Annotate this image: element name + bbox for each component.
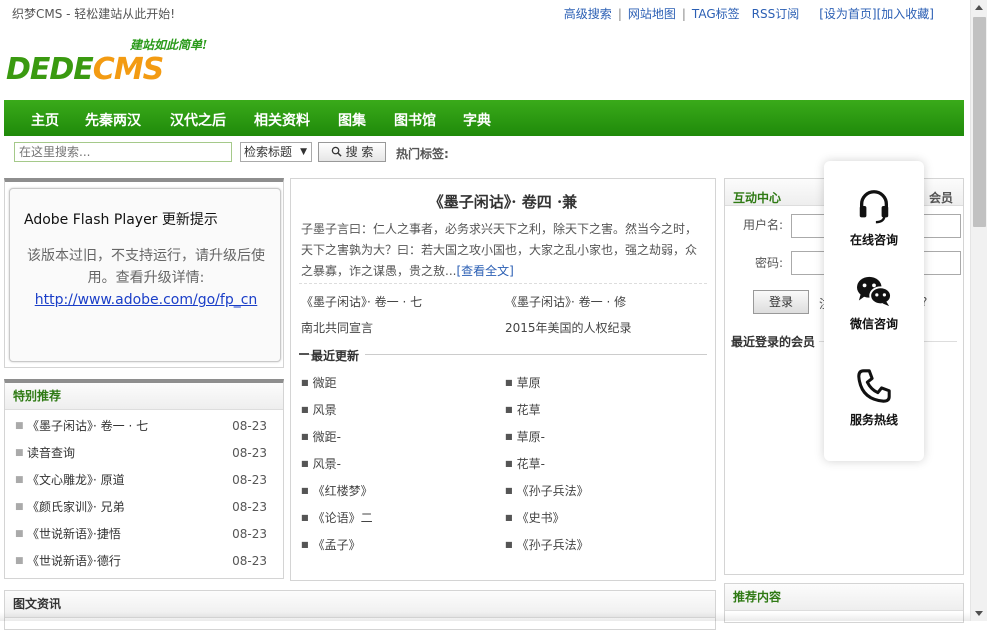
latest-item[interactable]: ■ 《论语》二 — [301, 509, 373, 526]
search-bar: 检索标题▼ 搜 索 热门标签: — [4, 138, 964, 168]
scroll-down-arrow-icon[interactable] — [975, 611, 983, 616]
special-recommend-panel: 特别推荐 ■ 《墨子闲诂》· 卷一 · 七 08-23 ■ 读音查询 08-23 ■ 《文… — [4, 379, 284, 579]
search-input[interactable] — [14, 142, 232, 162]
logo-slogan: 建站如此简单! — [130, 38, 208, 52]
link-gap: | — [743, 7, 748, 21]
latest-item[interactable]: ■ 《史书》 — [505, 509, 565, 526]
list-item[interactable]: ■ 《墨子闲诂》· 卷一 · 七 08-23 — [5, 413, 283, 440]
search-icon — [331, 146, 342, 157]
link-divider: | — [681, 7, 686, 21]
latest-item[interactable]: ■ 《孟子》 — [301, 536, 361, 553]
online-consult-button[interactable]: 在线咨询 — [824, 187, 924, 248]
flash-notice-title: Adobe Flash Player 更新提示 — [24, 212, 218, 228]
latest-updates-header: 最近更新 — [299, 347, 707, 364]
list-item[interactable]: ■ 《世说新语》·捷悟 08-23 — [5, 521, 283, 548]
add-favorite-link[interactable]: [加入收藏] — [877, 7, 934, 21]
chevron-down-icon: ▼ — [300, 147, 307, 157]
divider — [299, 283, 707, 284]
hot-tags-label: 热门标签: — [396, 147, 449, 161]
read-more-link[interactable]: [查看全文] — [456, 264, 513, 278]
latest-item[interactable]: ■ 微距- — [301, 428, 341, 445]
special-recommend-list: ■ 《墨子闲诂》· 卷一 · 七 08-23 ■ 读音查询 08-23 ■ 《文心雕龙》·… — [5, 413, 283, 575]
latest-item[interactable]: ■ 微距 — [301, 374, 337, 391]
link-divider: | — [617, 7, 622, 21]
service-hotline-button[interactable]: 服务热线 — [824, 367, 924, 428]
bottom-fade — [0, 612, 970, 621]
list-item[interactable]: ■ 读音查询 08-23 — [5, 440, 283, 467]
related-link[interactable]: 《墨子闲诂》· 卷一 · 修 — [505, 293, 626, 310]
nav-item-materials[interactable]: 相关资料 — [254, 110, 310, 130]
related-link[interactable]: 南北共同宣言 — [301, 319, 373, 336]
list-item[interactable]: ■ 《世说新语》·德行 08-23 — [5, 548, 283, 575]
top-links: 高级搜索 | 网站地图 | TAG标签 | RSS订阅 [设为首页][加入收藏] — [564, 5, 934, 22]
site-logo[interactable]: 建站如此简单! DEDECMS — [6, 36, 226, 92]
list-item[interactable]: ■ 《颜氏家训》· 兄弟 08-23 — [5, 494, 283, 521]
nav-item-library[interactable]: 图书馆 — [394, 110, 436, 130]
nav-item-dictionary[interactable]: 字典 — [463, 110, 491, 130]
flash-notice-panel: Adobe Flash Player 更新提示 该版本过旧，不支持运行，请升级后… — [4, 178, 284, 368]
article-title[interactable]: 《墨子闲诂》· 卷四 ·兼 — [291, 191, 715, 212]
wechat-consult-button[interactable]: 微信咨询 — [824, 275, 924, 332]
related-link[interactable]: 《墨子闲诂》· 卷一 · 七 — [301, 293, 422, 310]
latest-item[interactable]: ■ 风景- — [301, 455, 341, 472]
nav-item-after-han[interactable]: 汉代之后 — [170, 110, 226, 130]
site-tagline: 织梦CMS - 轻松建站从此开始! — [12, 7, 176, 21]
latest-item[interactable]: ■ 花草 — [505, 401, 541, 418]
nav-item-gallery[interactable]: 图集 — [338, 110, 366, 130]
nav-item-pre-qin[interactable]: 先秦两汉 — [85, 110, 141, 130]
recommend-title: 推荐内容 — [725, 584, 963, 611]
contact-widget: 在线咨询 微信咨询 服务热线 — [824, 161, 924, 461]
wechat-icon — [857, 276, 892, 307]
latest-item[interactable]: ■ 《孙子兵法》 — [505, 536, 589, 553]
scroll-up-arrow-icon[interactable] — [975, 5, 983, 10]
latest-item[interactable]: ■ 花草- — [505, 455, 545, 472]
top-bar: 织梦CMS - 轻松建站从此开始! 高级搜索 | 网站地图 | TAG标签 | RSS订阅[… — [0, 0, 970, 24]
special-recommend-title: 特别推荐 — [5, 383, 283, 410]
flash-notice-box: Adobe Flash Player 更新提示 该版本过旧，不支持运行，请升级后… — [9, 188, 281, 362]
rss-link[interactable]: RSS订阅 — [752, 7, 800, 21]
phone-icon — [857, 369, 891, 403]
recent-members-title: 最近登录的会员 — [731, 333, 820, 350]
search-type-select[interactable]: 检索标题 ▼ — [240, 142, 312, 162]
latest-item[interactable]: ■ 《红楼梦》 — [301, 482, 373, 499]
vertical-scrollbar[interactable] — [970, 0, 987, 621]
tag-link[interactable]: TAG标签 — [692, 7, 740, 21]
set-home-link[interactable]: [设为首页] — [819, 7, 876, 21]
latest-item[interactable]: ■ 《孙子兵法》 — [505, 482, 589, 499]
tab-member[interactable]: 会员 — [929, 185, 953, 211]
username-label: 用户名: — [743, 218, 784, 232]
advanced-search-link[interactable]: 高级搜索 — [564, 7, 612, 21]
list-item[interactable]: ■ 《文心雕龙》· 原道 08-23 — [5, 467, 283, 494]
flash-update-link[interactable]: http://www.adobe.com/go/fp_cn — [35, 292, 258, 308]
article-excerpt: 子墨子言曰：仁人之事者，必务求兴天下之利，除天下之害。然当今之时，天下之害孰为大… — [301, 222, 698, 278]
interaction-title: 互动中心 — [733, 191, 782, 205]
related-link[interactable]: 2015年美国的人权纪录 — [505, 319, 632, 336]
latest-updates-title: 最近更新 — [311, 347, 366, 364]
latest-item[interactable]: ■ 草原 — [505, 374, 541, 391]
pic-news-panel: 图文资讯 — [4, 590, 716, 630]
headset-icon — [859, 190, 889, 224]
sitemap-link[interactable]: 网站地图 — [628, 7, 676, 21]
nav-item-home[interactable]: 主页 — [31, 110, 59, 130]
article-panel: 《墨子闲诂》· 卷四 ·兼 子墨子言曰：仁人之事者，必务求兴天下之利，除天下之害… — [290, 178, 716, 581]
scroll-thumb[interactable] — [973, 17, 986, 227]
latest-item[interactable]: ■ 草原- — [505, 428, 545, 445]
main-nav: 主页 先秦两汉 汉代之后 相关资料 图集 图书馆 字典 — [4, 100, 964, 136]
password-label: 密码: — [755, 256, 784, 270]
latest-item[interactable]: ■ 风景 — [301, 401, 337, 418]
flash-notice-body: 该版本过旧，不支持运行，请升级后使用。查看升级详情: http://www.ad… — [27, 248, 265, 308]
logo-wordmark: DEDECMS — [6, 52, 164, 87]
login-button[interactable]: 登录 — [753, 290, 809, 314]
search-button[interactable]: 搜 索 — [318, 142, 386, 162]
